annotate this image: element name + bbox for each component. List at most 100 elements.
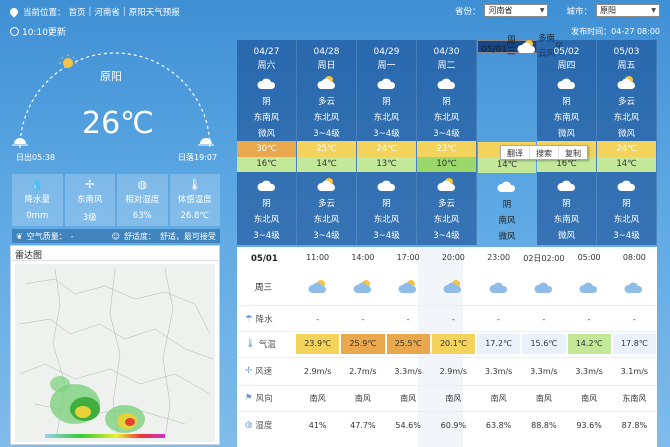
night-wind-direction: 东北风 <box>373 215 400 225</box>
day-date: 05/03 <box>613 47 640 57</box>
day-weekday: 周一 <box>377 61 396 71</box>
current-city: 原阳 <box>100 70 122 83</box>
day-column[interactable]: 05/03 周五 多云 东北风 微风 24℃ 14℃ 阴东北风 3~4级 <box>597 40 657 245</box>
hourly-humidity: 54.6% <box>395 420 421 430</box>
cloud-icon <box>478 177 536 197</box>
hourly-temp: 25.5℃ <box>386 334 430 354</box>
hourly-temp: 17.8℃ <box>612 334 656 354</box>
partly-cloudy-icon <box>516 38 538 58</box>
hourly-time: 11:00 <box>306 253 330 262</box>
day-date: 04/28 <box>313 47 340 57</box>
wind-speed-icon: ✢ <box>245 366 253 376</box>
radar-map-image[interactable] <box>15 264 215 442</box>
night-weather: 阴 <box>502 200 512 210</box>
night-block: 多云 东北风 3~4级 <box>297 174 356 244</box>
cloud-icon <box>237 74 296 94</box>
search-menu-item[interactable]: 搜索 <box>530 146 559 159</box>
cloud-icon <box>612 279 657 295</box>
night-wind-level: 3~4级 <box>613 231 640 241</box>
day-column[interactable]: 05/01周三多云南风风14℃阴南风微风 <box>477 34 564 242</box>
wind-turbine-icon: ✢ <box>85 178 95 191</box>
copy-menu-item[interactable]: 复制 <box>559 146 587 159</box>
aqi-bar: ❦ 空气质量： - ☺ 舒适度： 舒适，最可接受 <box>12 229 220 243</box>
sun-icon <box>59 54 77 68</box>
hourly-wind-dir: 南风 <box>354 393 371 403</box>
day-wind-level: 微风 <box>617 129 635 139</box>
partly-cloudy-icon <box>297 176 356 196</box>
night-wind-direction: 南风 <box>498 216 516 226</box>
night-block: 阴东北风 3~4级 <box>357 174 416 244</box>
night-block: 阴东北风 3~4级 <box>237 174 296 244</box>
hourly-wind-dir: 东南风 <box>622 393 647 403</box>
high-temperature: 24℃ <box>597 141 656 157</box>
low-temperature: 10℃ <box>417 157 476 172</box>
night-wind-level: 3~4级 <box>433 231 460 241</box>
city-select[interactable]: 原阳 ▼ <box>596 4 660 17</box>
hourly-time: 17:00 <box>396 253 420 262</box>
day-wind-direction: 东北风 <box>313 113 340 123</box>
day-wind-level: 3~4级 <box>433 129 460 139</box>
hourly-temp: 14.2℃ <box>567 334 611 354</box>
thermometer-icon: 🌡 <box>245 339 256 349</box>
province-label: 省份： <box>454 6 481 17</box>
day-column[interactable]: 04/29 周一阴东北风 3~4级 24℃ 13℃ 阴东北风 3~4级 <box>357 40 417 245</box>
hourly-wind-dir: 南风 <box>309 393 326 403</box>
night-block: 阴东南风 微风 <box>537 174 596 244</box>
sunset-icon <box>198 138 214 146</box>
breadcrumb: 当前位置： 首页 | 河南省 | 原阳天气预报 <box>8 6 180 18</box>
cloud-icon <box>521 279 566 295</box>
day-column[interactable]: 04/27 周六阴东南风 微风 30℃ 16℃ 阴东北风 3~4级 <box>237 40 297 245</box>
hourly-time: 08:00 <box>622 253 646 262</box>
humidity-icon: ◍ <box>245 420 253 430</box>
daily-forecast: 04/27 周六阴东南风 微风 30℃ 16℃ 阴东北风 3~4级 04/28 周日 多云 东北风 3… <box>237 34 657 245</box>
day-column[interactable]: 04/28 周日 多云 东北风 3~4级 25℃ 14℃ 多云 东北风 3~4级 <box>297 40 357 245</box>
hourly-time-row: 05/01 11:00 14:00 17:00 20:00 23:00 02日02:00 0… <box>237 253 657 264</box>
breadcrumb-home-link[interactable]: 首页 <box>69 6 86 18</box>
breadcrumb-prefix: 当前位置： <box>23 8 66 18</box>
cloud-icon <box>357 176 416 196</box>
partly-cloudy-icon <box>431 279 476 295</box>
hourly-precip-row: ☂ 降水 -------- <box>237 313 657 325</box>
night-wind-level: 微风 <box>498 232 516 242</box>
day-weather: 阴 <box>382 97 391 107</box>
breadcrumb-province-link[interactable]: 河南省 <box>94 6 120 18</box>
hourly-humidity: 41% <box>308 420 327 430</box>
night-wind-direction: 东北风 <box>253 215 280 225</box>
high-temperature: 25℃ <box>297 141 356 157</box>
sun-arc <box>12 52 214 149</box>
radar-title: 雷达图 <box>11 246 219 261</box>
night-block: 阴东北风 3~4级 <box>597 174 656 244</box>
context-menu: 翻译 搜索 复制 <box>500 145 588 160</box>
province-select[interactable]: 河南省 ▼ <box>484 4 549 17</box>
clock-icon <box>10 27 19 36</box>
hourly-wind-dir: 南风 <box>445 393 462 403</box>
hourly-wind-speed: 2.9m/s <box>303 366 332 376</box>
day-wind-direction: 东北风 <box>613 113 640 123</box>
humidity-icon: ◍ <box>137 178 148 191</box>
partly-cloudy-icon <box>386 279 431 295</box>
publish-time: 发布时间：04-27 08:00 <box>571 27 660 36</box>
hourly-temp: 23.9℃ <box>296 334 340 354</box>
day-column[interactable]: 05/02 周四阴东南风 微风 16℃ 阴东南风 微风 <box>537 40 597 245</box>
stat-humidity: ◍ 相对湿度 63% <box>117 174 168 226</box>
hourly-wind-dir: 南风 <box>581 393 598 403</box>
hourly-wind-dir: 南风 <box>535 393 552 403</box>
hourly-wind-speed: 2.7m/s <box>349 366 377 376</box>
hourly-time: 20:00 <box>441 253 465 262</box>
hourly-wind-speed: 3.3m/s <box>530 366 558 376</box>
day-weekday: 周日 <box>317 61 336 71</box>
low-temperature: 16℃ <box>237 157 296 172</box>
day-column[interactable]: 04/30 周二阴东北风 3~4级 23℃ 10℃ 多云 东北风 3~4级 <box>417 40 477 245</box>
day-weather: 阴 <box>262 97 271 107</box>
day-wind-level: 微风 <box>257 129 275 139</box>
night-weather: 阴 <box>382 199 391 209</box>
night-wind-direction: 东北风 <box>313 215 340 225</box>
translate-menu-item[interactable]: 翻译 <box>501 146 530 159</box>
cloud-icon <box>537 74 596 94</box>
hourly-wind-dir: 南风 <box>400 393 417 403</box>
location-pin-icon <box>8 6 20 18</box>
hourly-temp: 25.9℃ <box>341 334 385 354</box>
sunrise-icon <box>12 138 28 146</box>
hourly-humidity: 60.9% <box>440 420 467 430</box>
high-temperature: 24℃ <box>357 141 416 157</box>
